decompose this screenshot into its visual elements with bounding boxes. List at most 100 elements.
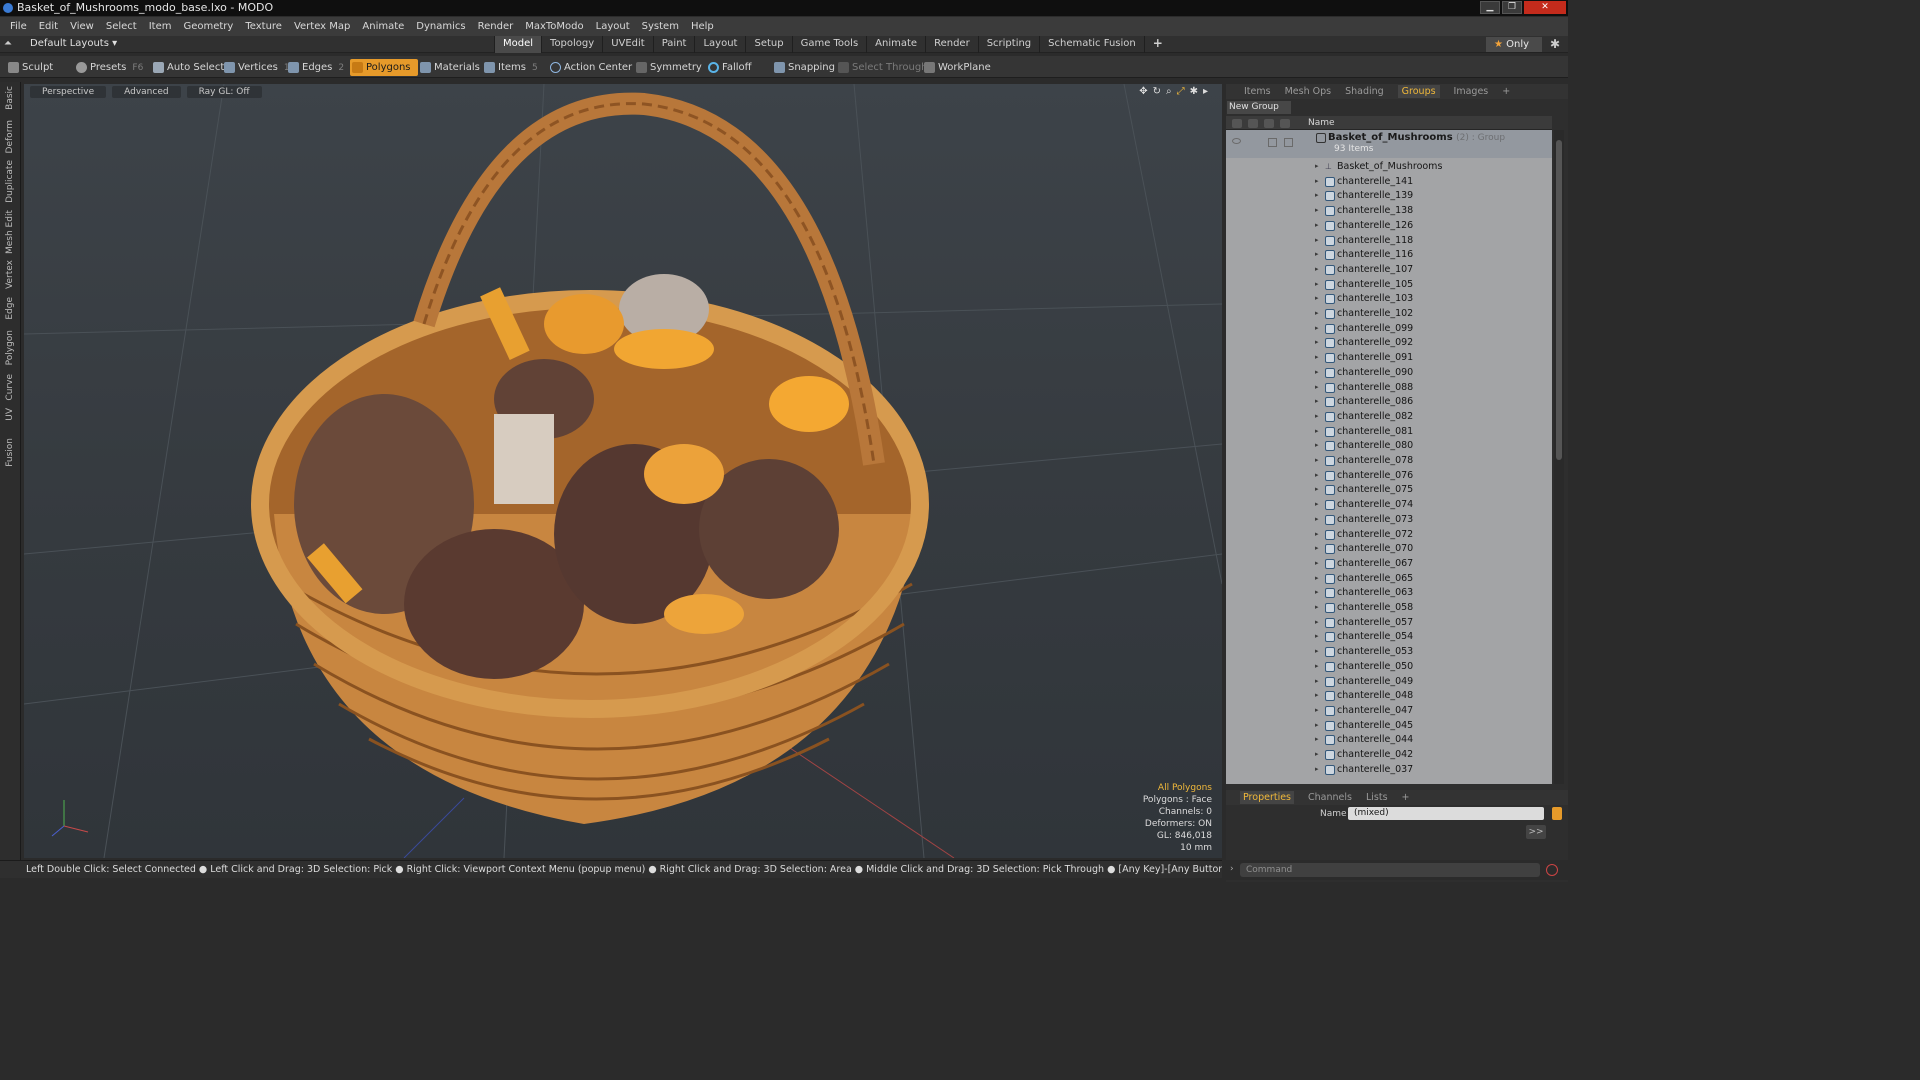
tab-shading[interactable]: Shading: [1345, 86, 1384, 97]
viewport-more-icon[interactable]: ▸: [1203, 86, 1208, 97]
list-item[interactable]: ▸ chanterelle_088: [1226, 381, 1552, 396]
polygons-button[interactable]: Polygons: [350, 59, 418, 76]
viewport-settings-icon[interactable]: ✱: [1190, 86, 1198, 97]
tab-model[interactable]: Model: [494, 36, 542, 53]
symmetry-button[interactable]: Symmetry: [634, 59, 702, 76]
list-item[interactable]: ▸ chanterelle_082: [1226, 410, 1552, 425]
list-item[interactable]: ▸ chanterelle_050: [1226, 660, 1552, 675]
action-center-button[interactable]: Action Center: [548, 59, 632, 76]
side-tab-mesh-edit[interactable]: Mesh Edit: [5, 210, 15, 254]
expand-arrow-icon[interactable]: ▸: [1315, 691, 1319, 699]
layout-toggle-icon[interactable]: ⏶: [4, 38, 12, 49]
tab-render[interactable]: Render: [925, 36, 978, 53]
name-field[interactable]: (mixed): [1348, 807, 1544, 820]
only-button[interactable]: ★ Only: [1486, 37, 1542, 52]
expand-button[interactable]: >>: [1526, 825, 1546, 839]
select-column-icon[interactable]: [1280, 119, 1290, 128]
tab-properties[interactable]: Properties: [1240, 791, 1295, 804]
expand-arrow-icon[interactable]: ▸: [1315, 471, 1319, 479]
list-item[interactable]: ▸ chanterelle_065: [1226, 572, 1552, 587]
vertices-button[interactable]: Vertices 1: [222, 59, 290, 76]
expand-arrow-icon[interactable]: ▸: [1315, 574, 1319, 582]
expand-arrow-icon[interactable]: ▸: [1315, 765, 1319, 773]
expand-arrow-icon[interactable]: ▸: [1315, 294, 1319, 302]
side-tab-curve[interactable]: Curve: [5, 374, 15, 401]
menu-item[interactable]: Item: [143, 21, 178, 32]
list-item[interactable]: ▸ chanterelle_048: [1226, 689, 1552, 704]
visibility-column-icon[interactable]: [1232, 119, 1242, 128]
expand-arrow-icon[interactable]: ▸: [1315, 427, 1319, 435]
tab-animate[interactable]: Animate: [866, 36, 925, 53]
list-item[interactable]: ▸ chanterelle_053: [1226, 645, 1552, 660]
menu-help[interactable]: Help: [685, 21, 720, 32]
expand-arrow-icon[interactable]: ▸: [1315, 338, 1319, 346]
presets-button[interactable]: Presets F6: [74, 59, 143, 76]
expand-arrow-icon[interactable]: ▸: [1315, 265, 1319, 273]
list-item[interactable]: ▸ chanterelle_063: [1226, 586, 1552, 601]
side-tab-uv[interactable]: UV: [5, 408, 15, 421]
menu-texture[interactable]: Texture: [239, 21, 288, 32]
list-scrollbar[interactable]: [1554, 130, 1564, 784]
scrollbar-thumb[interactable]: [1556, 140, 1562, 460]
expand-arrow-icon[interactable]: ▸: [1315, 397, 1319, 405]
rotate-view-icon[interactable]: ↻: [1153, 86, 1161, 97]
zoom-view-icon[interactable]: ⌕: [1166, 86, 1172, 97]
workplane-button[interactable]: WorkPlane: [922, 59, 991, 76]
list-item[interactable]: ▸ chanterelle_107: [1226, 263, 1552, 278]
auto-select-button[interactable]: Auto Select: [151, 59, 224, 76]
menu-maxtomodo[interactable]: MaxToModo: [519, 21, 589, 32]
expand-arrow-icon[interactable]: ▸: [1315, 191, 1319, 199]
expand-arrow-icon[interactable]: ▸: [1315, 368, 1319, 376]
list-item[interactable]: ▸ chanterelle_067: [1226, 557, 1552, 572]
eye-icon[interactable]: [1232, 138, 1241, 144]
tab-topology[interactable]: Topology: [541, 36, 602, 53]
command-input[interactable]: Command: [1240, 863, 1540, 877]
menu-geometry[interactable]: Geometry: [177, 21, 239, 32]
3d-viewport[interactable]: Perspective Advanced Ray GL: Off ✥ ↻ ⌕ ⤢…: [24, 84, 1222, 858]
side-tab-polygon[interactable]: Polygon: [5, 330, 15, 365]
add-properties-tab-icon[interactable]: +: [1402, 792, 1410, 803]
expand-arrow-icon[interactable]: ▸: [1315, 324, 1319, 332]
list-item[interactable]: ▸ chanterelle_072: [1226, 528, 1552, 543]
expand-arrow-icon[interactable]: ▸: [1315, 441, 1319, 449]
lock-toggle-icon[interactable]: [1268, 138, 1277, 147]
expand-arrow-icon[interactable]: ▸: [1315, 603, 1319, 611]
list-item[interactable]: ▸ chanterelle_044: [1226, 733, 1552, 748]
expand-arrow-icon[interactable]: ▸: [1315, 544, 1319, 552]
list-item[interactable]: ▸ chanterelle_073: [1226, 513, 1552, 528]
expand-arrow-icon[interactable]: ▸: [1315, 530, 1319, 538]
list-item[interactable]: ▸ chanterelle_118: [1226, 234, 1552, 249]
side-tab-vertex[interactable]: Vertex: [5, 260, 15, 289]
tab-mesh-ops[interactable]: Mesh Ops: [1285, 86, 1332, 97]
menu-select[interactable]: Select: [100, 21, 143, 32]
side-tab-fusion[interactable]: Fusion: [5, 438, 15, 467]
expand-arrow-icon[interactable]: ▸: [1315, 485, 1319, 493]
falloff-button[interactable]: Falloff: [706, 59, 752, 76]
expand-arrow-icon[interactable]: ▸: [1315, 206, 1319, 214]
tab-layout[interactable]: Layout: [694, 36, 745, 53]
list-item[interactable]: ▸ chanterelle_141: [1226, 175, 1552, 190]
expand-arrow-icon[interactable]: ▸: [1315, 412, 1319, 420]
list-item[interactable]: ▸ chanterelle_091: [1226, 351, 1552, 366]
record-icon[interactable]: [1546, 864, 1558, 876]
add-tab-icon[interactable]: +: [1143, 36, 1171, 53]
list-item[interactable]: ▸ chanterelle_103: [1226, 292, 1552, 307]
list-item[interactable]: ▸ chanterelle_054: [1226, 630, 1552, 645]
new-group-button[interactable]: New Group: [1227, 101, 1291, 114]
expand-arrow-icon[interactable]: ▸: [1315, 353, 1319, 361]
name-column-header[interactable]: Name: [1308, 118, 1335, 128]
list-item[interactable]: ▸ chanterelle_126: [1226, 219, 1552, 234]
list-item[interactable]: ▸ chanterelle_102: [1226, 307, 1552, 322]
default-layouts-dropdown[interactable]: Default Layouts ▾: [30, 38, 117, 49]
list-item[interactable]: ▸ ⊥ Basket_of_Mushrooms: [1226, 160, 1552, 175]
materials-button[interactable]: Materials: [418, 59, 480, 76]
expand-arrow-icon[interactable]: ▸: [1315, 250, 1319, 258]
expand-arrow-icon[interactable]: ▸: [1315, 588, 1319, 596]
expand-arrow-icon[interactable]: ▸: [1315, 309, 1319, 317]
tab-channels[interactable]: Channels: [1308, 792, 1352, 803]
list-item[interactable]: ▸ chanterelle_058: [1226, 601, 1552, 616]
list-item[interactable]: ▸ chanterelle_042: [1226, 748, 1552, 763]
move-view-icon[interactable]: ✥: [1139, 86, 1147, 97]
side-tab-basic[interactable]: Basic: [5, 86, 15, 110]
list-item[interactable]: ▸ chanterelle_081: [1226, 425, 1552, 440]
